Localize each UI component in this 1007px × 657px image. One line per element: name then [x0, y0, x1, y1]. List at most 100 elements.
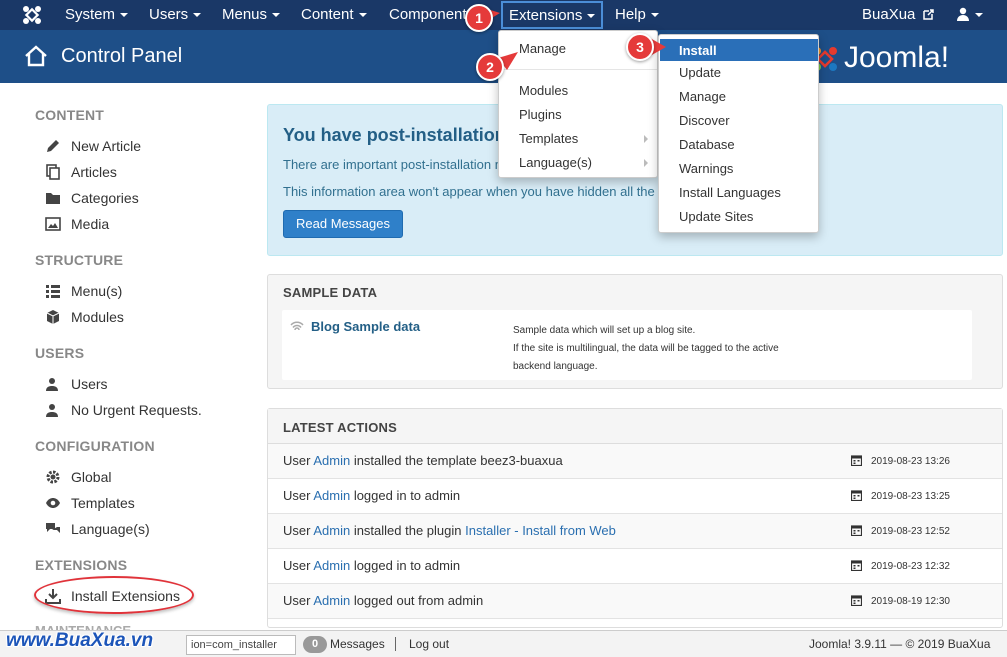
extension-link[interactable]: Installer - Install from Web	[465, 523, 616, 538]
sidebar-item-requests[interactable]: No Urgent Requests.	[44, 400, 202, 420]
top-navbar: System Users Menus Content Components Ex…	[0, 0, 1007, 30]
comments-icon	[46, 523, 60, 533]
sidebar-heading-users: USERS	[35, 345, 85, 361]
cube-icon	[46, 310, 60, 324]
user-menu[interactable]	[956, 0, 983, 30]
annotation-marker-1: 1	[465, 4, 493, 32]
table-row: User Admin logged in to admin 2019-08-23 …	[268, 479, 1002, 514]
menu-item-manage-ext[interactable]: Manage	[679, 89, 726, 104]
menu-item-templates[interactable]: Templates	[519, 131, 578, 146]
sample-data-panel: SAMPLE DATA Blog Sample data Sample data…	[267, 274, 1003, 389]
wifi-icon	[290, 321, 304, 331]
menu-item-update-sites[interactable]: Update Sites	[679, 209, 753, 224]
folder-icon	[46, 193, 60, 204]
nav-menus[interactable]: Menus	[222, 0, 281, 30]
caret-down-icon	[650, 13, 659, 18]
sidebar-item-modules[interactable]: Modules	[44, 307, 124, 327]
page-title: Control Panel	[61, 45, 183, 67]
menu-item-modules[interactable]: Modules	[519, 83, 568, 98]
messages-link[interactable]: Messages	[330, 637, 385, 651]
sample-data-description: Sample data which will set up a blog sit…	[513, 325, 779, 372]
user-link[interactable]: Admin	[313, 453, 350, 468]
menu-item-discover[interactable]: Discover	[679, 113, 730, 128]
sidebar-heading-extensions: EXTENSIONS	[35, 557, 128, 573]
nav-help[interactable]: Help	[615, 0, 659, 30]
sidebar-item-new-article[interactable]: New Article	[44, 136, 141, 156]
users-icon	[46, 404, 58, 417]
menu-item-manage[interactable]: Manage	[519, 41, 566, 56]
menu-item-install[interactable]: Install	[660, 39, 818, 61]
sidebar-item-categories[interactable]: Categories	[44, 188, 139, 208]
action-date: 2019-08-23 13:25	[851, 490, 950, 502]
sidebar-item-menus[interactable]: Menu(s)	[44, 281, 122, 301]
action-date: 2019-08-23 12:52	[851, 525, 950, 537]
pencil-icon	[47, 140, 59, 152]
menu-item-warnings[interactable]: Warnings	[679, 161, 733, 176]
list-icon	[46, 285, 60, 298]
table-row: User Admin logged in to admin 2019-08-23 …	[268, 549, 1002, 584]
read-messages-button[interactable]: Read Messages	[283, 210, 403, 238]
user-link[interactable]: Admin	[313, 523, 350, 538]
sidebar-heading-structure: STRUCTURE	[35, 252, 124, 268]
joomla-logo: Joomla!	[812, 41, 992, 77]
messages-count-badge[interactable]: 0	[303, 636, 327, 653]
user-icon	[957, 7, 969, 21]
home-icon	[25, 45, 47, 67]
watermark: www.BuaXua.vn	[6, 630, 154, 651]
nav-components[interactable]: Components	[389, 0, 469, 30]
caret-down-icon	[975, 13, 983, 18]
table-row: User Admin installed the template beez3-…	[268, 444, 1002, 479]
joomla-brand-text: Joomla!	[844, 41, 950, 74]
image-icon	[45, 217, 61, 231]
blog-sample-data-link[interactable]: Blog Sample data	[311, 319, 420, 334]
action-date: 2019-08-23 13:26	[851, 455, 950, 467]
table-row: User Admin logged out from admin 2019-08-…	[268, 584, 1002, 619]
action-text: User Admin logged in to admin	[283, 488, 461, 503]
menu-item-install-languages[interactable]: Install Languages	[679, 185, 781, 200]
sidebar-item-users[interactable]: Users	[44, 374, 108, 394]
logout-link[interactable]: Log out	[409, 637, 449, 651]
user-link[interactable]: Admin	[313, 558, 350, 573]
menu-item-update[interactable]: Update	[679, 65, 721, 80]
sample-data-item: Blog Sample data Sample data which will …	[282, 310, 972, 380]
user-link[interactable]: Admin	[313, 593, 350, 608]
sample-data-heading: SAMPLE DATA	[283, 285, 378, 300]
user-link[interactable]: Admin	[313, 488, 350, 503]
action-text: User Admin logged out from admin	[283, 593, 484, 608]
sidebar-item-articles[interactable]: Articles	[44, 162, 117, 182]
action-date: 2019-08-19 12:30	[851, 595, 950, 607]
nav-extensions[interactable]: Extensions	[501, 1, 604, 29]
nav-system[interactable]: System	[65, 0, 129, 30]
calendar-icon	[851, 560, 862, 571]
alert-text-2: This information area won't appear when …	[283, 184, 655, 199]
menu-item-plugins[interactable]: Plugins	[519, 107, 562, 122]
caret-down-icon	[587, 14, 596, 19]
sidebar-item-languages[interactable]: Language(s)	[44, 519, 150, 539]
highlight-circle	[34, 576, 194, 614]
latest-actions-panel: LATEST ACTIONS User Admin installed the …	[267, 408, 1003, 628]
divider	[499, 69, 657, 70]
nav-content[interactable]: Content	[301, 0, 367, 30]
menu-item-languages[interactable]: Language(s)	[519, 155, 592, 170]
action-text: User Admin installed the template beez3-…	[283, 453, 563, 468]
action-text: User Admin logged in to admin	[283, 558, 461, 573]
joomla-icon[interactable]	[22, 5, 42, 25]
latest-actions-header: LATEST ACTIONS	[268, 409, 1002, 444]
annotation-marker-3: 3	[626, 33, 654, 61]
sidebar-heading-content: CONTENT	[35, 107, 105, 123]
nav-users[interactable]: Users	[149, 0, 202, 30]
action-date: 2019-08-23 12:32	[851, 560, 950, 572]
manage-submenu: Install Update Manage Discover Database …	[658, 34, 819, 233]
version-text: Joomla! 3.9.11 — © 2019 BuaXua	[809, 637, 991, 651]
menu-item-database[interactable]: Database	[679, 137, 735, 152]
site-link[interactable]: BuaXua	[862, 0, 934, 30]
action-text: User Admin installed the plugin Installe…	[283, 523, 616, 538]
calendar-icon	[851, 455, 862, 466]
sidebar-item-global[interactable]: Global	[44, 467, 111, 487]
caret-down-icon	[358, 13, 367, 18]
sidebar-item-media[interactable]: Media	[44, 214, 109, 234]
divider	[395, 637, 396, 651]
sidebar-item-templates[interactable]: Templates	[44, 493, 135, 513]
caret-down-icon	[272, 13, 281, 18]
table-row: User Admin installed the plugin Installe…	[268, 514, 1002, 549]
